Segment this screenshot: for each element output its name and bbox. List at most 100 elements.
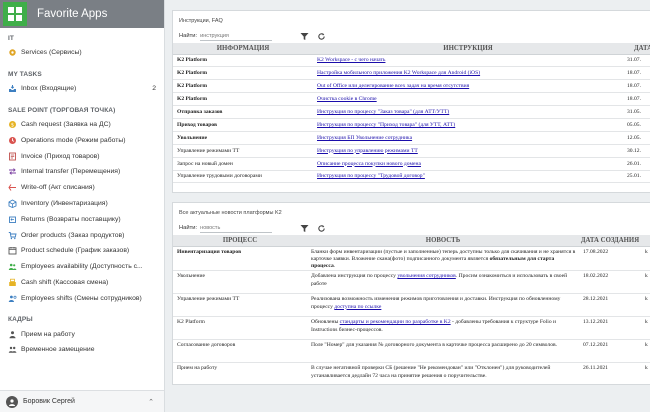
sidebar-section-title: MY TASKS (8, 70, 42, 78)
info-cell: Отправка заказов (173, 105, 313, 119)
refresh-icon[interactable] (317, 224, 326, 233)
instruction-link[interactable]: Инструкция по процессу "Трудовой договор… (317, 173, 425, 179)
date-cell: 12.05. (623, 131, 650, 145)
filter-icon[interactable] (300, 224, 309, 233)
sidebar-item[interactable]: Employees availability (Доступность с... (0, 259, 164, 275)
sidebar-item[interactable]: Invoice (Приход товаров) (0, 148, 164, 164)
sidebar-section-title: IT (8, 35, 14, 42)
faq-search-input[interactable] (200, 31, 273, 41)
date-cell: 18.07. (623, 92, 650, 107)
instruction-link[interactable]: K2 Workspace - с чего начать (317, 57, 385, 63)
process-cell: Прием на работу (173, 362, 307, 384)
info-cell: K2 Platform (173, 79, 313, 94)
table-row: Инвентаризация товаров Бланки форм инвент… (173, 246, 650, 272)
user-bar[interactable]: Боровик Сергей ⌃ (0, 390, 164, 412)
instruction-link[interactable]: Инструкция по управлению режимами ТТ (317, 148, 418, 154)
panel-title: Все актуальные новости платформы K2 (179, 210, 282, 216)
sidebar-item[interactable]: Employees shifts (Смены сотрудников) (0, 290, 164, 306)
column-header[interactable]: ДАТА СОЗДАНИЯ (579, 235, 641, 247)
extra-cell: k (641, 293, 650, 318)
apps-grid-icon[interactable] (3, 2, 27, 26)
news-text: Поле "Номер" для указания № договорного … (311, 342, 558, 349)
filter-label: Найти: (179, 225, 198, 231)
chevron-up-icon[interactable]: ⌃ (144, 398, 158, 406)
news-cell: Обновлены стандарты и рекомендации по ра… (307, 316, 579, 341)
sidebar-item[interactable]: Returns (Возвраты поставщику) (0, 211, 164, 227)
table-row: Приход товаров Инструкция по процессу "Пр… (173, 118, 650, 132)
extra-cell: k (641, 246, 650, 272)
column-header[interactable]: ИНФОРМАЦИЯ (173, 43, 313, 55)
date-cell: 26.11.2021 (579, 362, 641, 384)
date-cell: 28.12.2021 (579, 293, 641, 318)
column-header[interactable]: ПРОЦЕСС (173, 235, 307, 247)
write-off-icon (8, 183, 17, 192)
date-cell: 26.01. (623, 157, 650, 171)
extra-cell: k (641, 362, 650, 384)
sidebar-item-label: Cash shift (Кассовая смена) (21, 278, 109, 286)
news-cell: Реализована возможность изменения режимо… (307, 293, 579, 318)
sidebar-item[interactable]: $ Cash request (Заявка на ДС) (0, 117, 164, 133)
instruction-cell: Инструкция по управлению режимами ТТ (313, 144, 623, 158)
panel-title: Инструкции, FAQ (179, 18, 223, 24)
process-cell: Увольнение (173, 270, 307, 295)
instruction-cell: Инструкция по процессу "Приход товара" (… (313, 118, 623, 132)
sidebar-item[interactable]: Inventory (Инвентаризация) (0, 196, 164, 212)
sidebar-item[interactable]: Cash shift (Кассовая смена) (0, 275, 164, 291)
instruction-link[interactable]: Инструкция БП Увольнение сотрудника (317, 135, 412, 141)
filter-icon[interactable] (300, 32, 309, 41)
column-header[interactable]: НОВОСТЬ (307, 235, 579, 247)
gear-icon (8, 48, 17, 57)
extra-cell: k (641, 339, 650, 364)
sidebar-item[interactable]: Services (Сервисы) (0, 45, 164, 61)
info-cell: K2 Platform (173, 92, 313, 107)
people-icon (8, 262, 17, 271)
date-cell: 05.05. (623, 118, 650, 132)
extra-cell: k (641, 270, 650, 295)
instruction-cell: Настройка мобильного приложения K2 Works… (313, 66, 623, 81)
sidebar-item-label: Employees availability (Доступность с... (21, 263, 143, 271)
sidebar-item-label: Invoice (Приход товаров) (21, 152, 100, 160)
instruction-link[interactable]: Очистка cookie в Chrome (317, 96, 377, 102)
sidebar-item[interactable]: Временное замещение (0, 342, 164, 358)
inventory-icon (8, 199, 17, 208)
sidebar-item[interactable]: Order products (Заказ продуктов) (0, 227, 164, 243)
instruction-link[interactable]: Настройка мобильного приложения K2 Works… (317, 70, 480, 76)
table-row: K2 Platform Обновлены стандарты и рекомен… (173, 316, 650, 341)
instruction-cell: Инструкция по процессу "Заказ товара" (д… (313, 105, 623, 119)
column-header[interactable] (641, 235, 650, 247)
sidebar-item[interactable]: Operations mode (Режим работы) (0, 132, 164, 148)
sidebar-item[interactable]: Прием на работу (0, 326, 164, 342)
date-cell: 17.08.2022 (579, 246, 641, 272)
instruction-link[interactable]: Инструкция по процессу "Заказ товара" (д… (317, 109, 449, 115)
sidebar-item-label: Inbox (Входящие) (21, 85, 77, 93)
sidebar-item[interactable]: Product schedule (График заказов) (0, 243, 164, 259)
news-link[interactable]: доступна по ссылке (334, 304, 381, 310)
instruction-link[interactable]: Out of Office или делегирование всех зад… (317, 83, 469, 89)
instruction-link[interactable]: Описание процесса покупки нового домена (317, 161, 421, 167)
extra-cell: k (641, 316, 650, 341)
main-content: Инструкции, FAQ Найти: ИНФОРМАЦИЯИНСТРУК… (166, 0, 650, 412)
app-title: Favorite Apps (37, 8, 108, 20)
instruction-link[interactable]: Инструкция по процессу "Приход товара" (… (317, 122, 455, 128)
sidebar-item-label: Write-off (Акт списания) (21, 184, 95, 192)
sidebar-section-title: SALE POINT (ТОРГОВАЯ ТОЧКА) (8, 106, 116, 114)
sidebar-item[interactable]: Write-off (Акт списания) (0, 180, 164, 196)
sidebar-item[interactable]: Inbox (Входящие) 2 (0, 81, 164, 97)
news-search-input[interactable] (200, 223, 273, 233)
avatar-icon[interactable] (6, 395, 18, 408)
column-header[interactable]: ИНСТРУКЦИЯ (313, 43, 623, 55)
refresh-icon[interactable] (317, 32, 326, 41)
sidebar-item-label: Inventory (Инвентаризация) (21, 199, 108, 207)
count-badge: 2 (152, 85, 156, 93)
process-cell: Согласование договоров (173, 339, 307, 364)
news-panel: Все актуальные новости платформы K2 Найт… (172, 202, 650, 385)
transfer-icon (8, 167, 17, 176)
column-header[interactable]: ДАТА (623, 43, 650, 55)
filter-label: Найти: (179, 33, 198, 39)
table-row: Увольнение Добавлена инструкция по процес… (173, 270, 650, 295)
sidebar-item[interactable]: Internal transfer (Перемещения) (0, 164, 164, 180)
news-link[interactable]: стандарты и рекомендации по разработке в… (340, 319, 451, 325)
news-link[interactable]: увольнения сотрудников (397, 273, 456, 279)
